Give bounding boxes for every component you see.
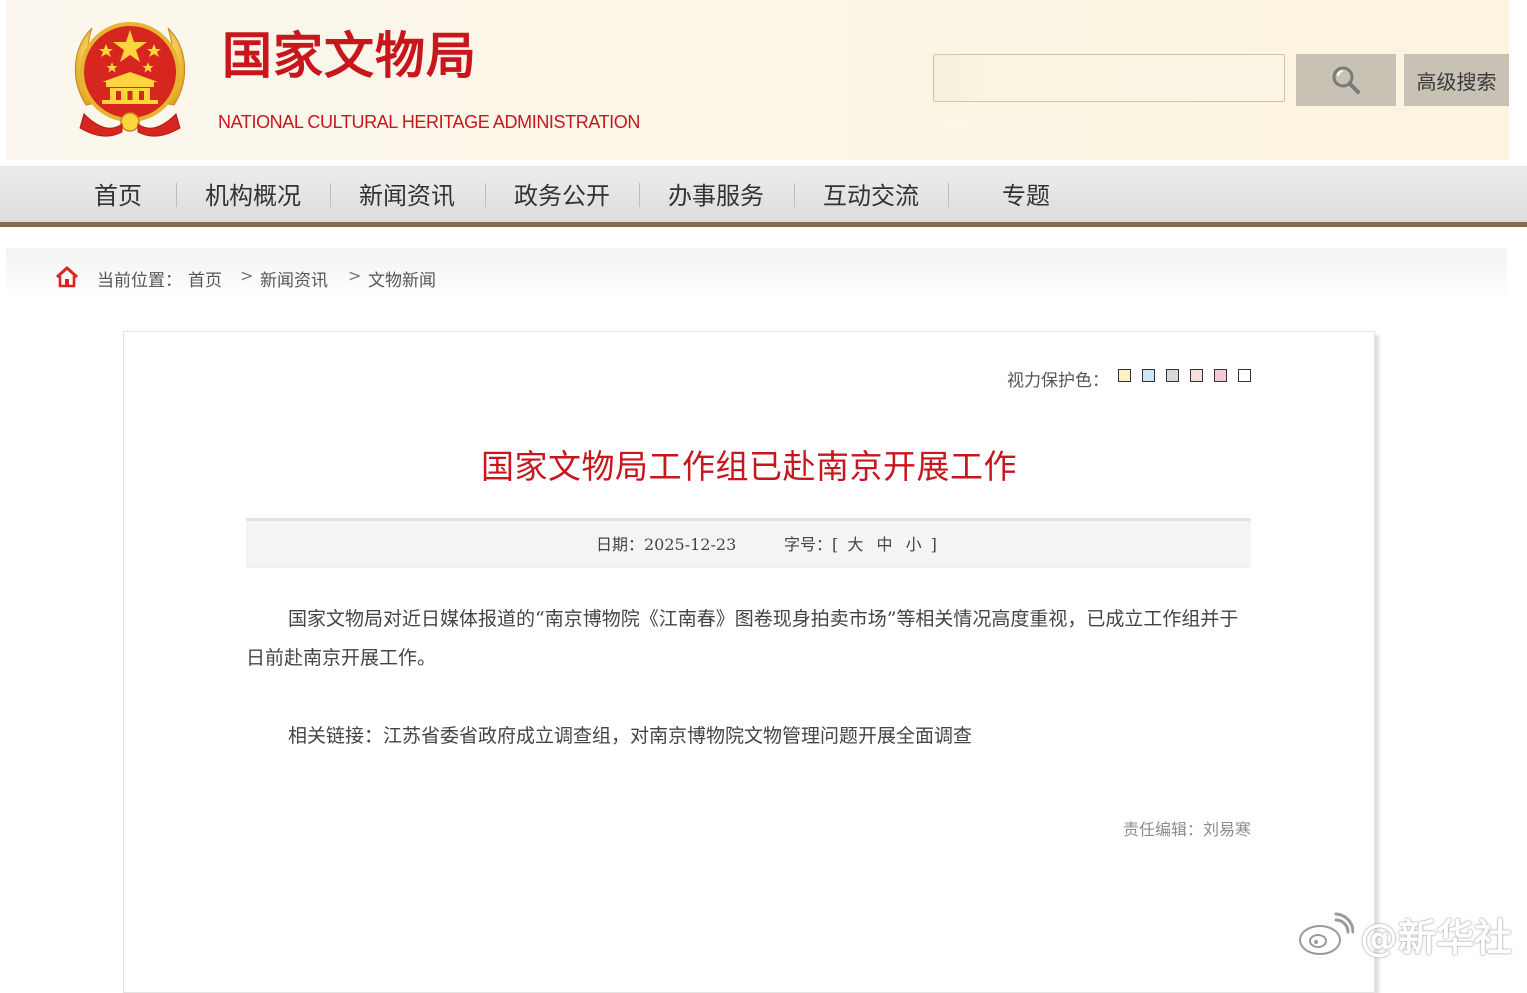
nav-item-services[interactable]: 办事服务	[668, 167, 764, 222]
font-size-prefix: 字号：[	[784, 535, 839, 554]
article-meta-bar: 日期：2025-12-23 字号：[ 大 中 小 ]	[246, 518, 1251, 568]
font-size-medium-button[interactable]: 中	[876, 535, 892, 554]
nav-divider	[794, 183, 795, 207]
nav-divider	[948, 183, 949, 207]
eye-protection-label: 视力保护色：	[1007, 371, 1109, 391]
search-input[interactable]	[933, 54, 1285, 102]
nav-item-government-affairs[interactable]: 政务公开	[514, 167, 610, 222]
eye-color-swatch-gray[interactable]	[1166, 369, 1179, 382]
home-icon[interactable]	[55, 265, 79, 289]
nav-item-home[interactable]: 首页	[94, 167, 142, 222]
related-links: 相关链接：江苏省委省政府成立调查组，对南京博物院文物管理问题开展全面调查	[246, 717, 1246, 756]
watermark-text: @新华社	[1360, 915, 1513, 960]
article-title: 国家文物局工作组已赴南京开展工作	[481, 447, 1017, 486]
nav-item-about[interactable]: 机构概况	[205, 167, 301, 222]
responsible-editor: 责任编辑：刘易寒	[1122, 820, 1251, 839]
search-icon	[1332, 66, 1360, 94]
nav-divider	[485, 183, 486, 207]
font-size-suffix: ]	[930, 535, 937, 554]
breadcrumb-prefix: 当前位置：	[97, 271, 182, 291]
breadcrumb-item-heritage-news[interactable]: 文物新闻	[368, 266, 436, 291]
nav-item-topics[interactable]: 专题	[1002, 167, 1050, 222]
search-button[interactable]	[1296, 54, 1396, 106]
article-date: 日期：2025-12-23	[596, 535, 737, 554]
font-size-small-button[interactable]: 小	[906, 535, 922, 554]
eye-color-swatch-pink[interactable]	[1190, 369, 1203, 382]
font-size-control: 字号：[ 大 中 小 ]	[784, 531, 937, 555]
eye-color-swatch-rose[interactable]	[1214, 369, 1227, 382]
eye-color-swatch-blue[interactable]	[1142, 369, 1155, 382]
breadcrumb-separator: >	[348, 266, 362, 285]
article-card: 视力保护色： 国家文物局工作组已赴南京开展工作 日期：2025-12-23 字号…	[123, 331, 1375, 993]
site-header: 国家文物局 NATIONAL CULTURAL HERITAGE ADMINIS…	[6, 0, 1509, 160]
breadcrumb-separator: >	[240, 266, 254, 285]
site-subtitle: NATIONAL CULTURAL HERITAGE ADMINISTRATIO…	[218, 112, 640, 132]
main-nav: 首页 机构概况 新闻资讯 政务公开 办事服务 互动交流 专题	[0, 166, 1527, 227]
national-emblem-icon[interactable]	[66, 10, 194, 142]
nav-divider	[330, 183, 331, 207]
related-link[interactable]: 江苏省委省政府成立调查组，对南京博物院文物管理问题开展全面调查	[383, 725, 972, 747]
eye-color-swatch-yellow[interactable]	[1118, 369, 1131, 382]
site-title[interactable]: 国家文物局	[222, 24, 477, 88]
weibo-icon	[1299, 912, 1354, 955]
font-size-large-button[interactable]: 大	[847, 535, 863, 554]
weibo-watermark: @新华社	[1296, 908, 1512, 960]
breadcrumb-item-home[interactable]: 首页	[188, 266, 222, 291]
nav-divider	[176, 183, 177, 207]
breadcrumb: 当前位置： 首页 > 新闻资讯 > 文物新闻	[6, 248, 1507, 302]
advanced-search-button[interactable]: 高级搜索	[1404, 54, 1509, 106]
article-paragraph: 国家文物局对近日媒体报道的“南京博物院《江南春》图卷现身拍卖市场”等相关情况高度…	[246, 608, 1239, 669]
breadcrumb-item-news[interactable]: 新闻资讯	[260, 266, 328, 291]
eye-color-swatch-white[interactable]	[1238, 369, 1251, 382]
nav-item-news[interactable]: 新闻资讯	[359, 167, 455, 222]
nav-divider	[639, 183, 640, 207]
related-label: 相关链接：	[288, 725, 384, 747]
nav-item-interaction[interactable]: 互动交流	[823, 167, 919, 222]
